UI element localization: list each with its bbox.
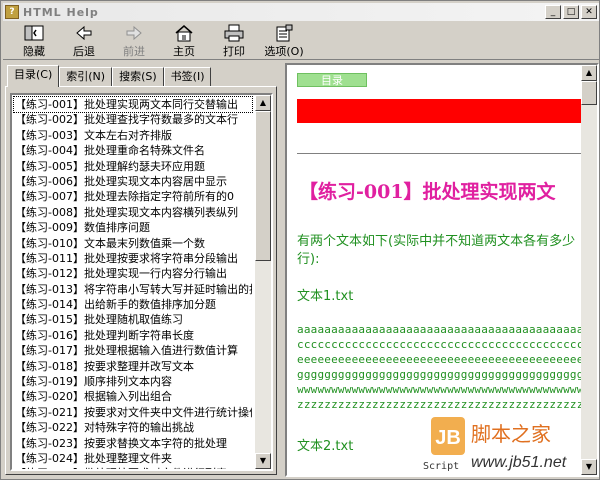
options-icon — [274, 24, 294, 42]
toc-item[interactable]: 【练习-011】批处理按要求将字符串分段输出 — [14, 251, 252, 266]
toc-item[interactable]: 【练习-007】批处理去除指定字符前所有的0 — [14, 189, 252, 204]
options-label: 选项(O) — [264, 45, 304, 58]
text-line: eeeeeeeeeeeeeeeeeeeeeeeeeeeeeeeeeeeeeeee… — [297, 353, 597, 366]
nav-tabs: 目录(C) 索引(N) 搜索(S) 书签(I) — [7, 65, 212, 87]
maximize-button[interactable]: □ — [563, 5, 579, 19]
watermark-logo: JB 脚本之家 www.jb51.net Script — [421, 411, 600, 477]
minimize-button[interactable]: _ — [545, 5, 561, 19]
scroll-down-button[interactable]: ▼ — [255, 453, 271, 469]
scroll-thumb[interactable] — [255, 111, 271, 261]
toc-item[interactable]: 【练习-019】顺序排列文本内容 — [14, 374, 252, 389]
toc-list: 【练习-001】批处理实现两文本同行交替输出 【练习-002】批处理查找字符数最多… — [13, 95, 253, 469]
back-arrow-icon — [74, 24, 94, 42]
toc-item[interactable]: 【练习-009】数值排序问题 — [14, 220, 252, 235]
html-help-window: ? HTML Help _ □ ✕ 隐藏 后退 前进 主页 打印 选项(O) 目… — [0, 0, 600, 480]
print-icon — [224, 24, 244, 42]
toc-item[interactable]: 【练习-017】批处理根据输入值进行数值计算 — [14, 343, 252, 358]
text-line: cccccccccccccccccccccccccccccccccccccccc… — [297, 338, 597, 351]
toc-item[interactable]: 【练习-002】批处理查找字符数最多的文本行 — [14, 112, 252, 127]
forward-label: 前进 — [123, 45, 145, 58]
toc-item[interactable]: 【练习-001】批处理实现两文本同行交替输出 — [13, 95, 253, 114]
navigation-pane: 目录(C) 索引(N) 搜索(S) 书签(I) 【练习-001】批处理实现两文本… — [3, 63, 279, 477]
toc-item[interactable]: 【练习-025】批处理按要求对文件进行列表 — [14, 466, 252, 469]
toc-item[interactable]: 【练习-012】批处理实现一行内容分行输出 — [14, 266, 252, 281]
window-title: HTML Help — [23, 5, 99, 19]
file2-label: 文本2.txt — [297, 439, 354, 454]
close-button[interactable]: ✕ — [581, 5, 597, 19]
watermark-site-cn: 脚本之家 — [471, 422, 551, 446]
home-icon — [174, 24, 194, 42]
toc-item[interactable]: 【练习-014】出给新手的数值排序加分题 — [14, 297, 252, 312]
back-label: 后退 — [73, 45, 95, 58]
forward-button[interactable]: 前进 — [109, 22, 159, 58]
watermark-script: Script — [423, 461, 459, 472]
text-line: aaaaaaaaaaaaaaaaaaaaaaaaaaaaaaaaaaaaaaaa… — [297, 323, 597, 336]
toc-item[interactable]: 【练习-023】按要求替换文本字符的批处理 — [14, 436, 252, 451]
toc-list-box: 【练习-001】批处理实现两文本同行交替输出 【练习-002】批处理查找字符数最多… — [10, 93, 273, 471]
text-line: zzzzzzzzzzzzzzzzzzzzzzzzzzzzzzzzzzzzzzzz… — [297, 398, 597, 411]
print-button[interactable]: 打印 — [209, 22, 259, 58]
tab-bookmarks[interactable]: 书签(I) — [163, 67, 212, 87]
scroll-up-button[interactable]: ▲ — [255, 95, 271, 111]
forward-arrow-icon — [124, 24, 144, 42]
options-button[interactable]: 选项(O) — [259, 22, 309, 58]
toc-item[interactable]: 【练习-022】对特殊字符的输出挑战 — [14, 420, 252, 435]
toc-item[interactable]: 【练习-016】批处理判断字符串长度 — [14, 328, 252, 343]
contents-panel: 【练习-001】批处理实现两文本同行交替输出 【练习-002】批处理查找字符数最多… — [5, 86, 277, 475]
toc-item[interactable]: 【练习-010】文本最末列数值乘一个数 — [14, 236, 252, 251]
hide-label: 隐藏 — [23, 45, 45, 58]
intro-text: 有两个文本如下(实际中并不知道两文本各有多少行): — [297, 234, 576, 267]
text-line: wwwwwwwwwwwwwwwwwwwwwwwwwwwwwwwwwwwwwwww… — [297, 383, 597, 396]
toolbar: 隐藏 后退 前进 主页 打印 选项(O) — [3, 22, 599, 60]
toc-scrollbar[interactable]: ▲ ▼ — [255, 95, 271, 469]
watermark-url: www.jb51.net — [471, 454, 567, 471]
toc-link-button[interactable]: 目录 — [297, 73, 367, 87]
toc-item[interactable]: 【练习-020】根据输入列出组合 — [14, 389, 252, 404]
toc-item[interactable]: 【练习-006】批处理实现文本内容居中显示 — [14, 174, 252, 189]
back-button[interactable]: 后退 — [59, 22, 109, 58]
text-line: gggggggggggggggggggggggggggggggggggggggg… — [297, 368, 597, 381]
toc-item[interactable]: 【练习-015】批处理随机取值练习 — [14, 312, 252, 327]
tab-search[interactable]: 搜索(S) — [112, 67, 164, 87]
toc-item[interactable]: 【练习-003】文本左右对齐排版 — [14, 128, 252, 143]
toc-item[interactable]: 【练习-021】按要求对文件夹中文件进行统计操作的 — [14, 405, 252, 420]
app-icon: ? — [5, 5, 19, 19]
toc-item[interactable]: 【练习-008】批处理实现文本内容横列表纵列 — [14, 205, 252, 220]
hide-icon — [24, 24, 44, 42]
print-label: 打印 — [223, 45, 245, 58]
divider — [297, 153, 597, 154]
scroll-up-button[interactable]: ▲ — [581, 65, 597, 81]
scroll-thumb[interactable] — [581, 81, 597, 105]
toc-item[interactable]: 【练习-018】按要求整理并改写文本 — [14, 359, 252, 374]
tab-index[interactable]: 索引(N) — [59, 67, 113, 87]
file1-label: 文本1.txt — [297, 289, 354, 304]
tab-contents[interactable]: 目录(C) — [7, 65, 60, 87]
toc-item[interactable]: 【练习-013】将字符串小写转大写并延时输出的批处 — [14, 282, 252, 297]
red-banner — [297, 99, 597, 123]
toc-item[interactable]: 【练习-024】批处理整理文件夹 — [14, 451, 252, 466]
title-bar: ? HTML Help _ □ ✕ — [3, 3, 599, 21]
toc-item[interactable]: 【练习-005】批处理解约瑟夫环应用题 — [14, 159, 252, 174]
watermark-logo-letters: JB — [435, 427, 461, 449]
hide-button[interactable]: 隐藏 — [9, 22, 59, 58]
home-label: 主页 — [173, 45, 195, 58]
toc-item[interactable]: 【练习-004】批处理重命名特殊文件名 — [14, 143, 252, 158]
home-button[interactable]: 主页 — [159, 22, 209, 58]
topic-content: 目录 【练习-001】批处理实现两文 有两个文本如下(实际中并不知道两文本各有多… — [297, 73, 597, 454]
topic-heading: 【练习-001】批处理实现两文 — [299, 181, 556, 203]
